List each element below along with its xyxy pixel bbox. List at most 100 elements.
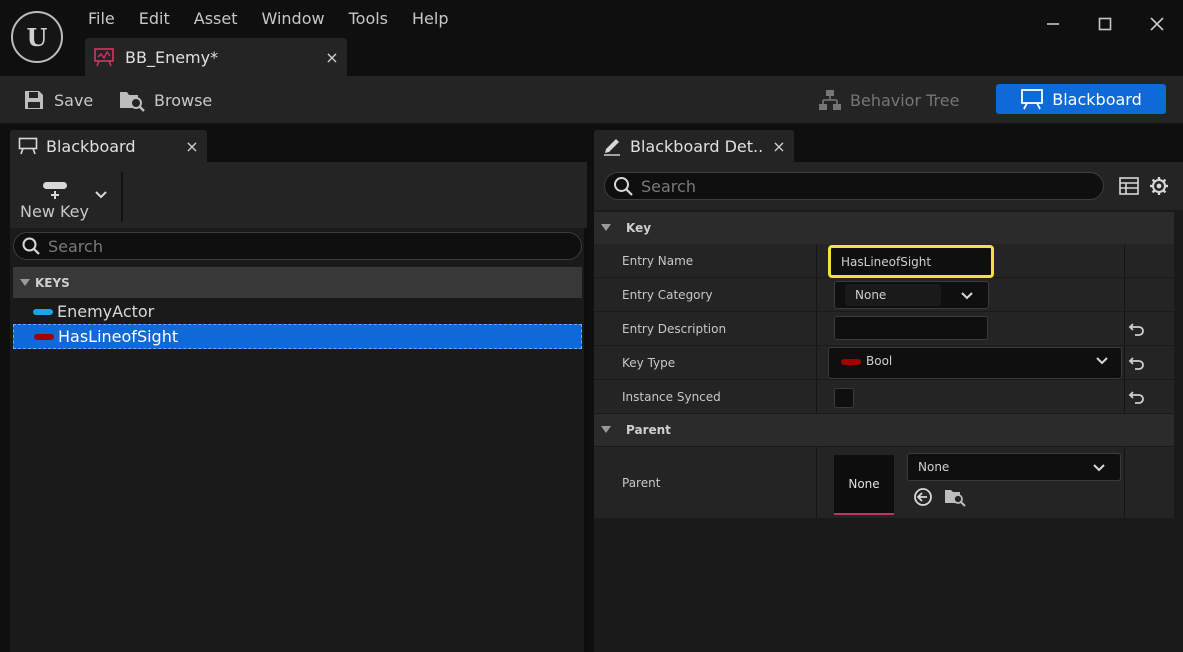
- menu-bar: File Edit Asset Window Tools Help: [76, 8, 461, 30]
- blackboard-mode-button[interactable]: Blackboard: [996, 84, 1166, 114]
- key-section-label: Key: [626, 221, 652, 235]
- key-name: EnemyActor: [57, 302, 155, 321]
- entry-description-label: Entry Description: [622, 322, 727, 336]
- keys-search-box[interactable]: [13, 232, 582, 260]
- maximize-icon: [1098, 17, 1112, 31]
- property-matrix-icon[interactable]: [1119, 177, 1139, 195]
- details-search-box[interactable]: [604, 172, 1104, 200]
- parent-label: Parent: [622, 476, 661, 490]
- entry-description-row: Entry Description: [594, 312, 1174, 346]
- maximize-button[interactable]: [1079, 0, 1131, 48]
- menu-file[interactable]: File: [76, 8, 127, 30]
- reset-to-default-icon[interactable]: [1128, 389, 1146, 405]
- menu-edit[interactable]: Edit: [127, 8, 182, 30]
- menu-asset[interactable]: Asset: [182, 8, 250, 30]
- entry-description-field[interactable]: [834, 316, 988, 340]
- minimize-icon: [1047, 23, 1059, 25]
- instance-synced-checkbox[interactable]: [834, 388, 854, 408]
- use-selected-asset-icon[interactable]: [913, 487, 933, 507]
- blackboard-asset-icon: [94, 48, 114, 67]
- toolbar-separator: [121, 172, 123, 222]
- details-panel-tab[interactable]: Blackboard Det... ×: [594, 130, 794, 162]
- parent-thumbnail-label: None: [848, 477, 880, 491]
- instance-synced-row: Instance Synced: [594, 380, 1174, 414]
- main-toolbar: Save Browse Behavior Tree Blackboard: [0, 76, 1183, 124]
- details-panel-close-icon[interactable]: ×: [764, 137, 794, 156]
- key-type-label: Key Type: [622, 356, 676, 370]
- chevron-down-icon: [961, 292, 973, 300]
- unreal-logo: U: [11, 11, 63, 63]
- browse-label: Browse: [154, 90, 213, 110]
- reset-to-default-icon[interactable]: [1128, 321, 1146, 337]
- menu-help[interactable]: Help: [400, 8, 460, 30]
- reset-to-default-icon[interactable]: [1128, 355, 1146, 371]
- title-bar: U File Edit Asset Window Tools Help BB_E…: [0, 0, 1183, 76]
- close-icon: [1150, 17, 1164, 31]
- browse-to-asset-icon[interactable]: [944, 487, 966, 507]
- details-search-input[interactable]: [641, 176, 1103, 196]
- instance-synced-label: Instance Synced: [622, 390, 721, 404]
- blackboard-panel: New Key KEYS EnemyActor HasLineofSight: [10, 162, 587, 652]
- column-divider: [816, 346, 817, 379]
- entry-category-value-box[interactable]: None: [845, 284, 941, 306]
- bool-key-type-icon: [34, 333, 54, 340]
- browse-icon: [120, 92, 145, 112]
- save-button[interactable]: Save: [22, 76, 93, 124]
- menu-tools[interactable]: Tools: [337, 8, 400, 30]
- column-divider: [1124, 447, 1125, 518]
- behavior-tree-label: Behavior Tree: [850, 90, 960, 110]
- collapse-triangle-icon: [601, 224, 611, 231]
- new-key-dropdown-chevron-icon[interactable]: [94, 190, 108, 200]
- new-key-button[interactable]: New Key: [18, 176, 108, 224]
- column-divider: [816, 447, 817, 518]
- key-row-enemyactor[interactable]: EnemyActor: [13, 299, 582, 324]
- keys-header-label: KEYS: [35, 275, 70, 290]
- column-divider: [1124, 346, 1125, 379]
- window-controls: [1027, 0, 1183, 48]
- behavior-tree-mode-button[interactable]: Behavior Tree: [818, 76, 959, 124]
- blackboard-panel-toolbar: New Key: [10, 162, 587, 228]
- parent-section-label: Parent: [626, 423, 671, 437]
- entry-name-row: Entry Name HasLineofSight: [594, 244, 1174, 278]
- document-tab-label: BB_Enemy*: [125, 47, 219, 67]
- parent-combo-value: None: [918, 460, 950, 474]
- search-icon: [614, 177, 633, 196]
- menu-window[interactable]: Window: [250, 8, 337, 30]
- column-divider: [816, 380, 817, 413]
- column-divider: [816, 278, 817, 311]
- blackboard-panel-icon: [18, 137, 38, 155]
- parent-row: Parent None None: [594, 447, 1174, 519]
- new-key-icon: [43, 182, 67, 199]
- new-key-label: New Key: [20, 202, 89, 221]
- behavior-tree-icon: [819, 90, 841, 110]
- details-pencil-icon: [604, 139, 620, 156]
- close-window-button[interactable]: [1131, 0, 1183, 48]
- column-divider: [816, 312, 817, 345]
- details-panel-tab-label: Blackboard Det...: [630, 136, 764, 156]
- parent-section-header[interactable]: Parent: [594, 414, 1174, 446]
- blackboard-panel-tab[interactable]: Blackboard ×: [10, 130, 207, 162]
- key-section-header[interactable]: Key: [594, 212, 1174, 244]
- document-tab[interactable]: BB_Enemy* ×: [85, 38, 347, 76]
- document-tab-close-icon[interactable]: ×: [317, 48, 347, 67]
- browse-button[interactable]: Browse: [118, 76, 212, 124]
- chevron-down-icon: [1096, 357, 1108, 365]
- key-type-combo[interactable]: Bool: [828, 347, 1122, 379]
- minimize-button[interactable]: [1027, 0, 1079, 48]
- key-row-haslineofsight[interactable]: HasLineofSight: [13, 324, 582, 349]
- column-divider: [1124, 312, 1125, 345]
- parent-asset-thumbnail[interactable]: None: [834, 455, 894, 515]
- entry-name-field[interactable]: HasLineofSight: [828, 245, 994, 278]
- keys-category-header[interactable]: KEYS: [13, 267, 582, 298]
- save-label: Save: [54, 90, 94, 110]
- bool-key-type-icon: [841, 359, 861, 365]
- save-icon: [25, 91, 43, 109]
- chevron-down-icon: [1093, 464, 1105, 472]
- entry-category-combo[interactable]: None: [834, 281, 989, 309]
- details-search-bar: [594, 162, 1183, 210]
- keys-search-input[interactable]: [48, 236, 581, 256]
- blackboard-panel-close-icon[interactable]: ×: [177, 137, 207, 156]
- parent-asset-combo[interactable]: None: [907, 453, 1121, 481]
- settings-gear-icon[interactable]: [1149, 176, 1169, 196]
- entry-category-value: None: [855, 288, 887, 302]
